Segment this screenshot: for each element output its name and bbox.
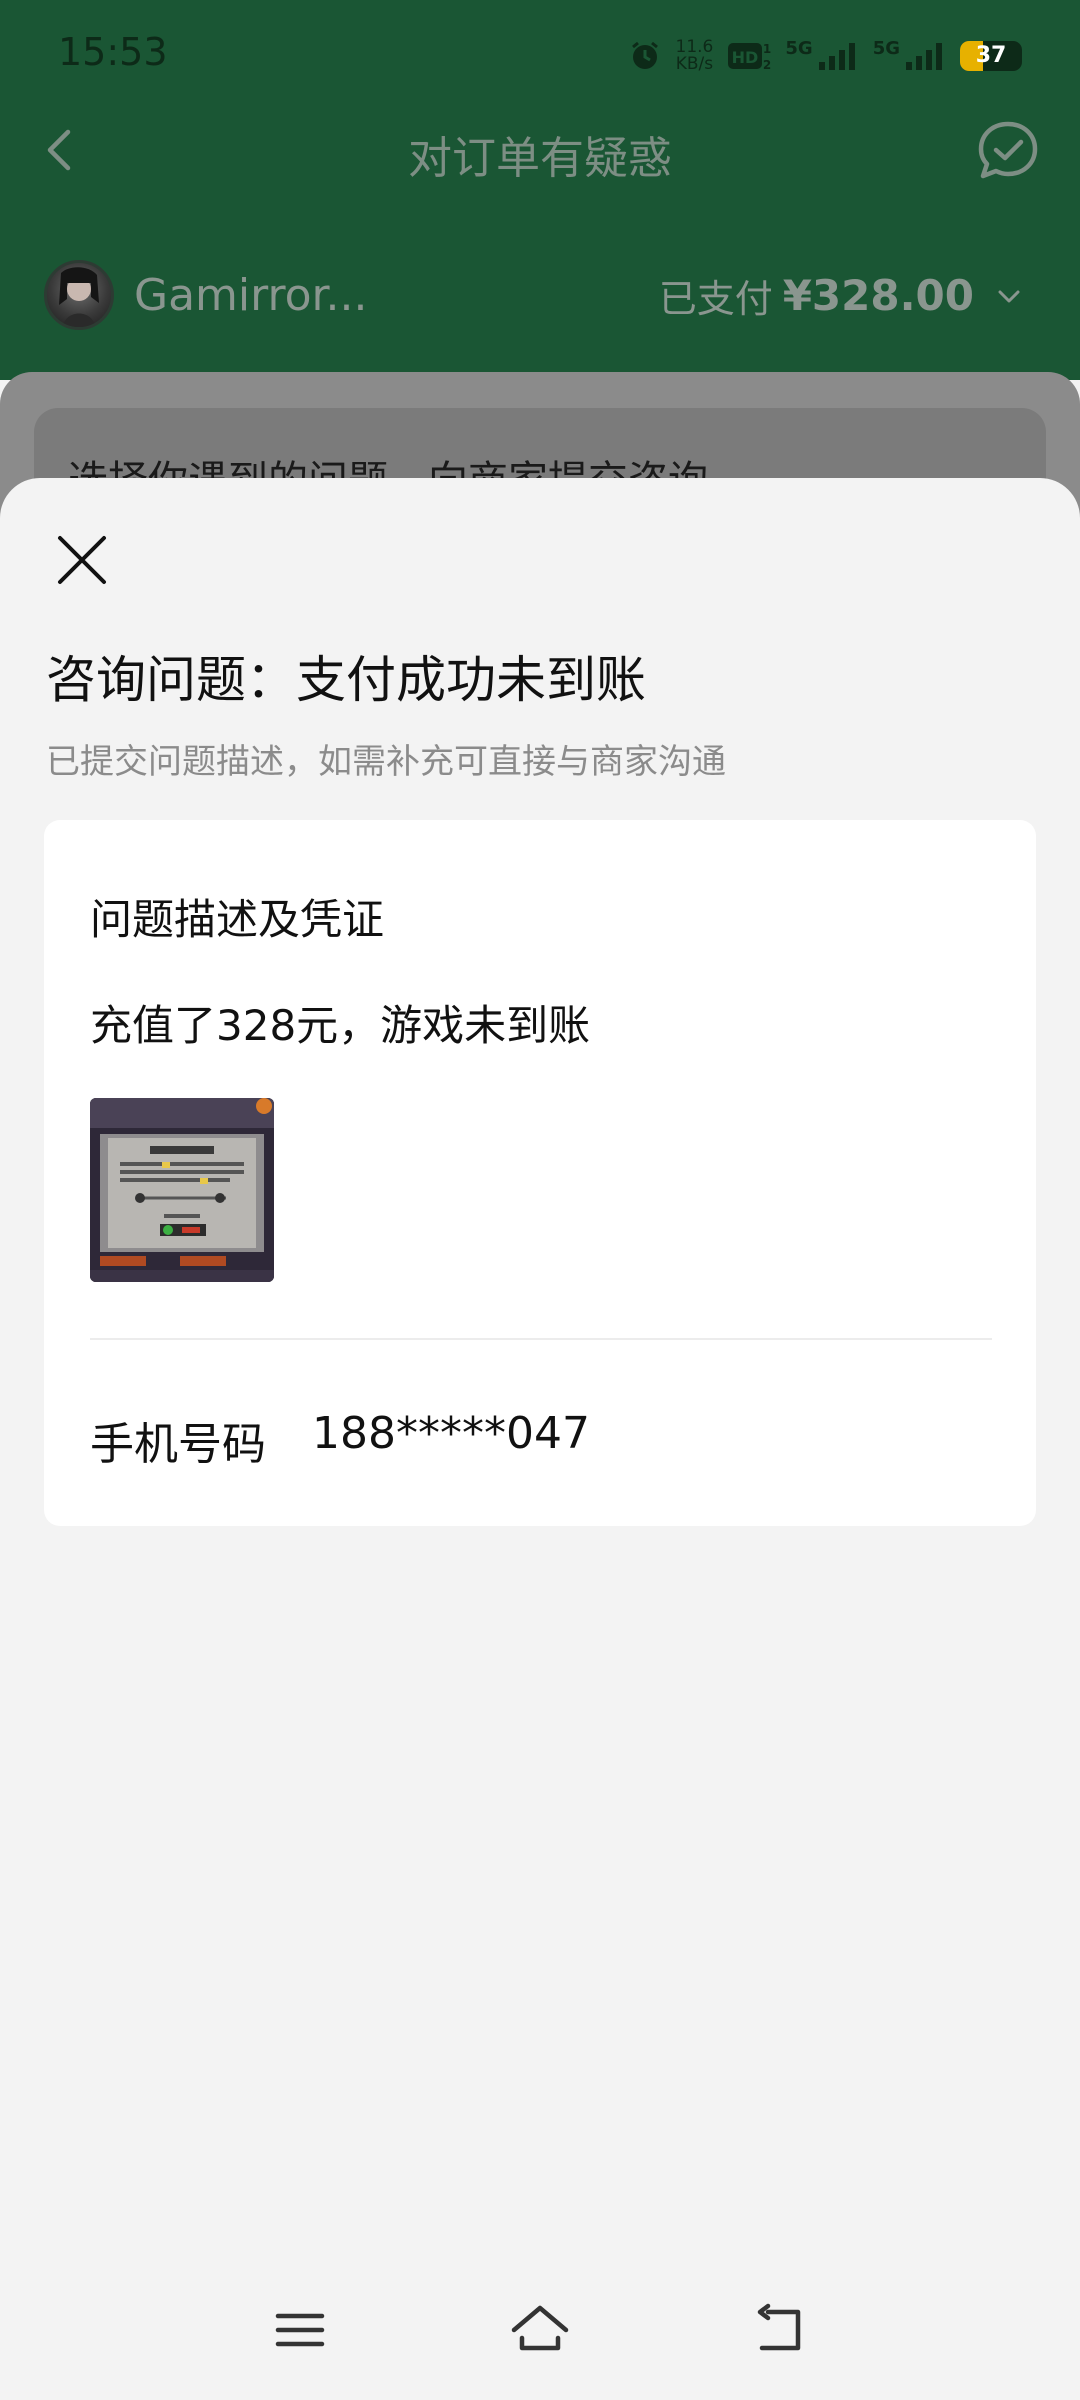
paid-label: 已支付: [658, 277, 773, 321]
phone-number: 188*****047: [312, 1408, 590, 1459]
close-button[interactable]: [44, 522, 120, 598]
merchant-name: Gamirror...: [134, 270, 368, 321]
sim1-network-label: 5G: [785, 37, 813, 59]
status-icons: 11.6 KB/s HD 1 2 5G 5G 37: [628, 34, 1022, 78]
consultation-sheet: 咨询问题：支付成功未到账 已提交问题描述，如需补充可直接与商家沟通 问题描述及凭…: [0, 478, 1080, 2400]
home-icon[interactable]: [508, 2298, 572, 2362]
sheet-subtitle: 已提交问题描述，如需补充可直接与商家沟通: [46, 742, 726, 782]
signal-icon-sim1: [818, 43, 855, 70]
card-divider: [90, 1338, 992, 1340]
evidence-image-thumbnail[interactable]: [90, 1098, 274, 1282]
chat-bubble-check-icon[interactable]: [974, 116, 1042, 184]
avatar-image: [59, 267, 99, 327]
chevron-down-icon: [998, 290, 1020, 302]
payment-summary[interactable]: 已支付 ¥328.00: [659, 268, 1024, 323]
network-speed: 11.6 KB/s: [675, 37, 714, 74]
merchant-avatar: [44, 260, 114, 330]
signal-icon-sim2: [906, 43, 942, 70]
svg-text:1: 1: [763, 42, 771, 56]
status-bar: 15:53 11.6 KB/s HD 1 2 5G 5G 37: [0, 0, 1080, 110]
top-nav-bar: 对订单有疑惑: [0, 100, 1080, 200]
menu-icon[interactable]: [268, 2298, 332, 2362]
merchant-row[interactable]: Gamirror... 已支付 ¥328.00: [0, 250, 1080, 340]
section-heading: 问题描述及凭证: [90, 895, 385, 944]
close-icon: [58, 536, 106, 584]
system-back-icon[interactable]: [748, 2298, 812, 2362]
page-title: 对订单有疑惑: [408, 133, 672, 184]
issue-detail-card: 问题描述及凭证 充值了328元，游戏未到账 手机号码 188*****047: [44, 820, 1036, 1526]
game-screenshot-image: [90, 1098, 274, 1282]
paid-amount: ¥328.00: [782, 271, 974, 320]
battery-level: 37: [975, 43, 1007, 68]
sheet-title: 咨询问题：支付成功未到账: [46, 651, 646, 709]
sim2-network-label: 5G: [872, 37, 900, 59]
alarm-icon: [631, 41, 658, 69]
svg-text:HD: HD: [732, 48, 759, 67]
issue-description: 充值了328元，游戏未到账: [90, 1001, 591, 1050]
svg-text:2: 2: [763, 58, 771, 72]
status-time: 15:53: [58, 30, 168, 74]
battery-icon: 37: [960, 41, 1022, 71]
system-navigation-bar: [0, 2270, 1080, 2400]
phone-label: 手机号码: [90, 1419, 266, 1470]
hd-icon: HD 1 2: [728, 42, 771, 72]
